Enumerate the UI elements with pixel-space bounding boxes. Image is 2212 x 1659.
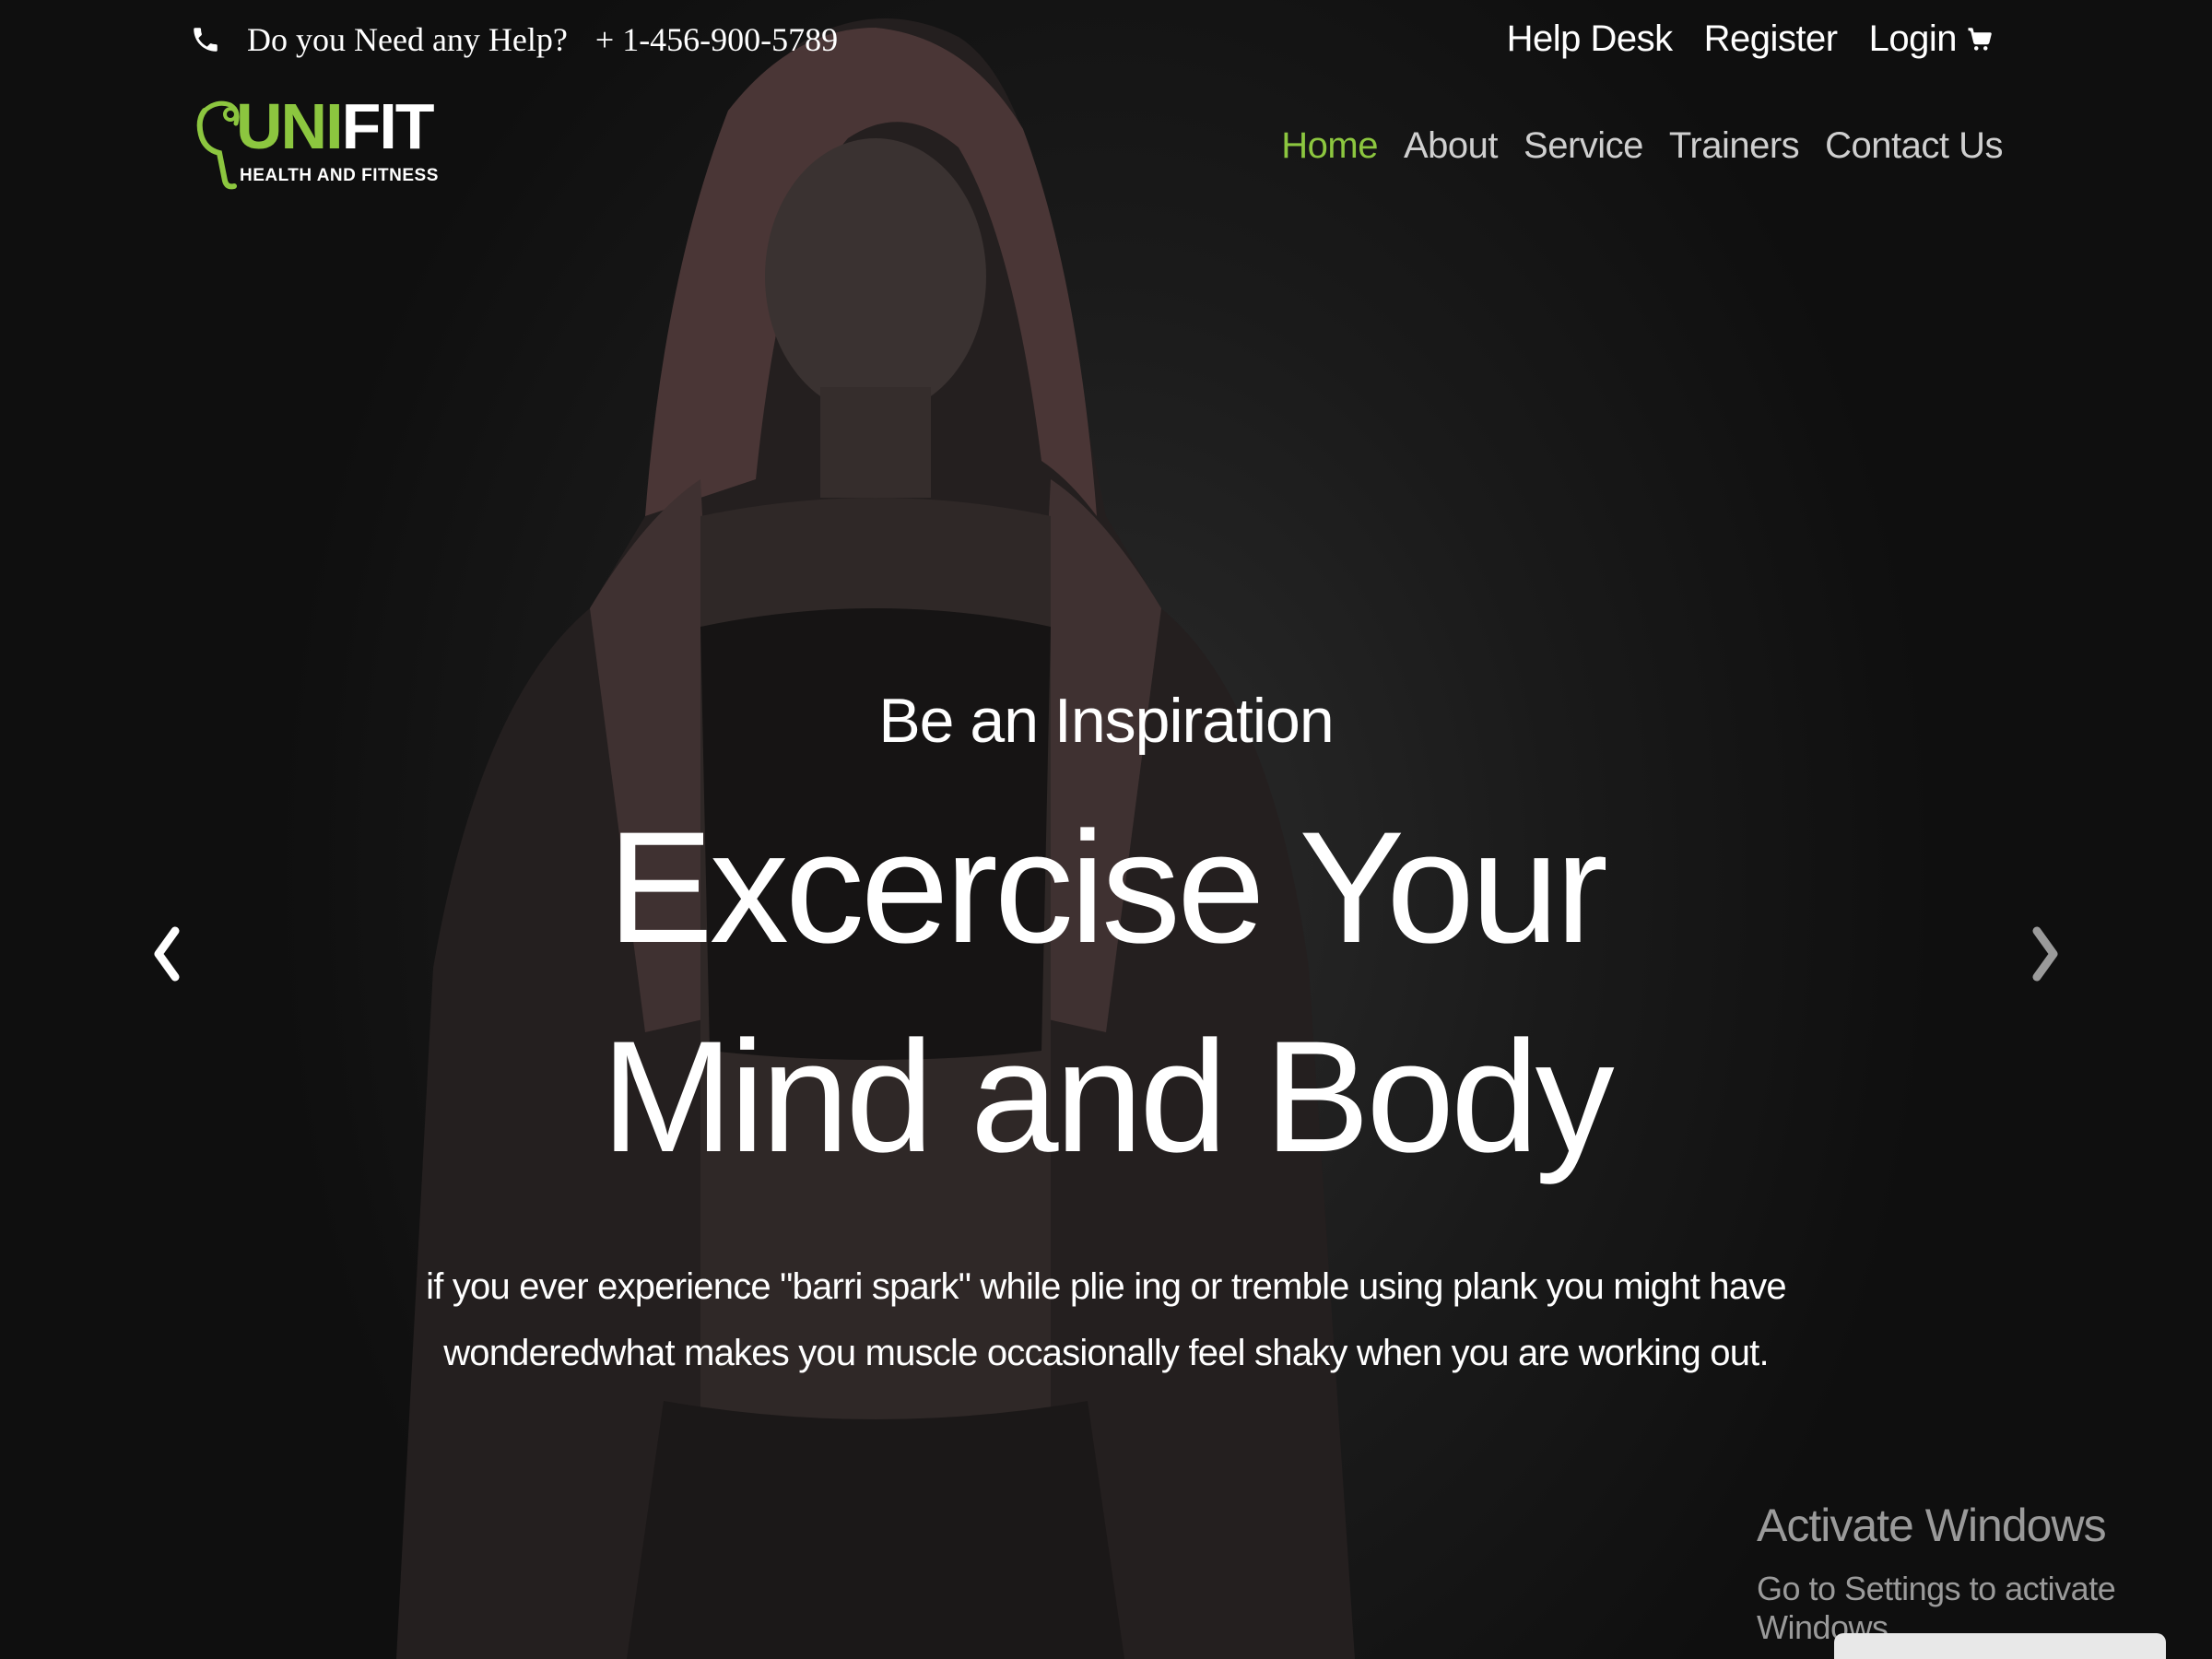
help-question: Do you Need any Help? [247, 21, 568, 58]
help-contact: Do you Need any Help? + 1-456-900-5789 [190, 20, 838, 59]
hero-caption: Be an Inspiration Excercise Your Mind an… [0, 687, 2212, 1386]
help-phone-number[interactable]: + 1-456-900-5789 [595, 20, 838, 59]
site-logo[interactable]: UNIFIT HEALTH AND FITNESS [194, 92, 438, 198]
main-nav: Home About Service Trainers Contact Us [1281, 125, 2003, 167]
hero-headline: Excercise Your Mind and Body [601, 798, 1614, 1185]
activate-windows-watermark: Activate Windows Go to Settings to activ… [1757, 1498, 2212, 1647]
logo-title-uni: UNI [236, 90, 344, 162]
corner-badge[interactable] [1834, 1633, 2166, 1659]
account-links: Help Desk Register Login [1507, 18, 1994, 60]
logo-title: UNIFIT [236, 94, 435, 159]
register-link[interactable]: Register [1704, 18, 1838, 60]
logo-title-fit: FIT [341, 90, 435, 162]
cart-icon[interactable] [1966, 26, 1994, 53]
hero-description: if you ever experience "barri spark" whi… [426, 1265, 1787, 1373]
logo-subtitle: HEALTH AND FITNESS [240, 166, 439, 185]
nav-item-service[interactable]: Service [1524, 125, 1643, 167]
help-desk-link[interactable]: Help Desk [1507, 18, 1674, 60]
chevron-right-icon[interactable] [2028, 922, 2065, 986]
login-link[interactable]: Login [1869, 18, 1958, 60]
hero-eyebrow: Be an Inspiration [878, 686, 1334, 756]
nav-item-home[interactable]: Home [1281, 125, 1378, 167]
chevron-left-icon[interactable] [147, 922, 184, 986]
watermark-title: Activate Windows [1757, 1500, 2107, 1551]
nav-item-contact-us[interactable]: Contact Us [1825, 125, 2003, 167]
top-bar: Do you Need any Help? + 1-456-900-5789 H… [0, 0, 2212, 83]
phone-icon [194, 28, 218, 52]
nav-item-trainers[interactable]: Trainers [1669, 125, 1800, 167]
hero-banner: Do you Need any Help? + 1-456-900-5789 H… [0, 0, 2212, 1659]
nav-item-about[interactable]: About [1404, 125, 1499, 167]
